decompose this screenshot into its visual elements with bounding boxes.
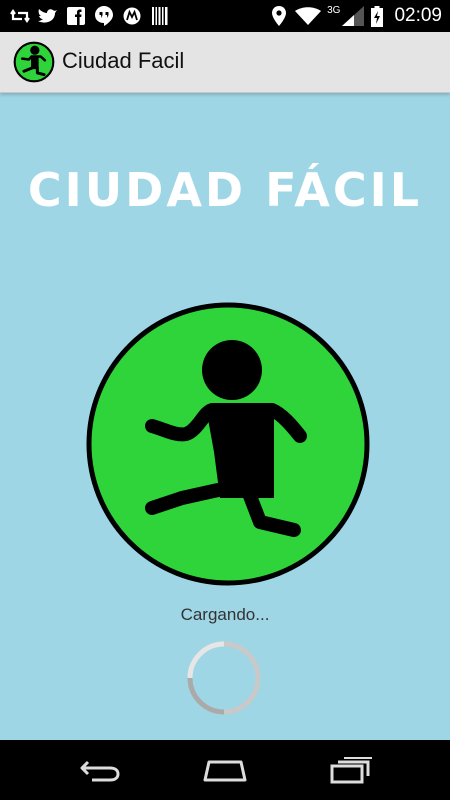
motorola-icon — [122, 6, 142, 26]
recents-icon — [330, 757, 372, 784]
home-button[interactable] — [195, 750, 255, 790]
twitter-icon — [38, 6, 58, 26]
notification-icons — [10, 6, 170, 26]
app-logo-icon[interactable] — [13, 41, 55, 83]
loading-text: Cargando... — [180, 605, 270, 624]
system-icons: 3G 02:09 — [269, 5, 442, 27]
signal-icon — [342, 6, 365, 26]
loading-spinner-icon — [187, 641, 261, 715]
splash-title: Ciudad Fácil — [27, 163, 423, 217]
home-icon — [203, 760, 247, 782]
navigation-bar — [0, 740, 450, 800]
back-button[interactable] — [70, 750, 130, 790]
hangouts-icon — [94, 6, 114, 26]
action-bar: Ciudad Facil — [0, 32, 450, 93]
network-type-label: 3G — [327, 5, 341, 16]
location-icon — [269, 6, 289, 26]
recents-button[interactable] — [320, 750, 380, 790]
status-clock: 02:09 — [394, 5, 442, 26]
status-bar: 3G 02:09 — [0, 0, 450, 32]
barcode-icon — [150, 6, 170, 26]
retweet-icon — [10, 6, 30, 26]
back-icon — [80, 760, 120, 782]
app-title: Ciudad Facil — [62, 48, 185, 73]
splash-logo-icon — [86, 302, 370, 586]
battery-icon — [370, 5, 384, 27]
splash-screen: Ciudad Fácil Cargando... — [0, 93, 450, 740]
wifi-icon — [295, 6, 322, 26]
facebook-icon — [66, 6, 86, 26]
